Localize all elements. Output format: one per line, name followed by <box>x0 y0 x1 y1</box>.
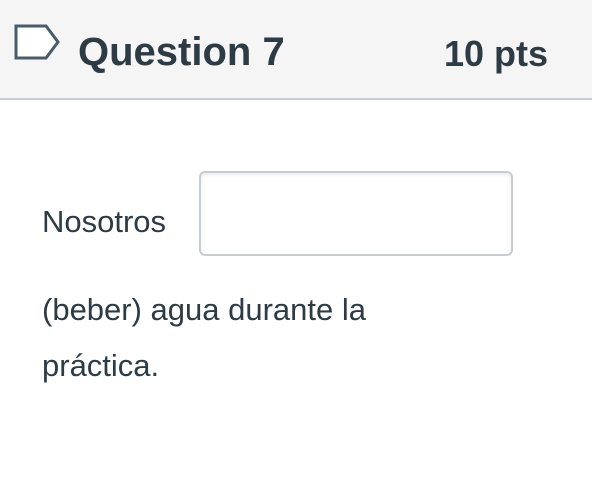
prompt-text-after-line1: (beber) agua durante la <box>42 292 367 327</box>
question-header: Question 7 10 pts <box>0 0 592 100</box>
prompt-text-after-line2: práctica. <box>42 348 160 383</box>
answer-input[interactable] <box>199 171 513 256</box>
prompt-text-before: Nosotros <box>42 204 167 239</box>
flag-question-icon[interactable] <box>12 22 62 62</box>
question-points: 10 pts <box>443 33 548 74</box>
question-title: Question 7 <box>78 30 285 74</box>
